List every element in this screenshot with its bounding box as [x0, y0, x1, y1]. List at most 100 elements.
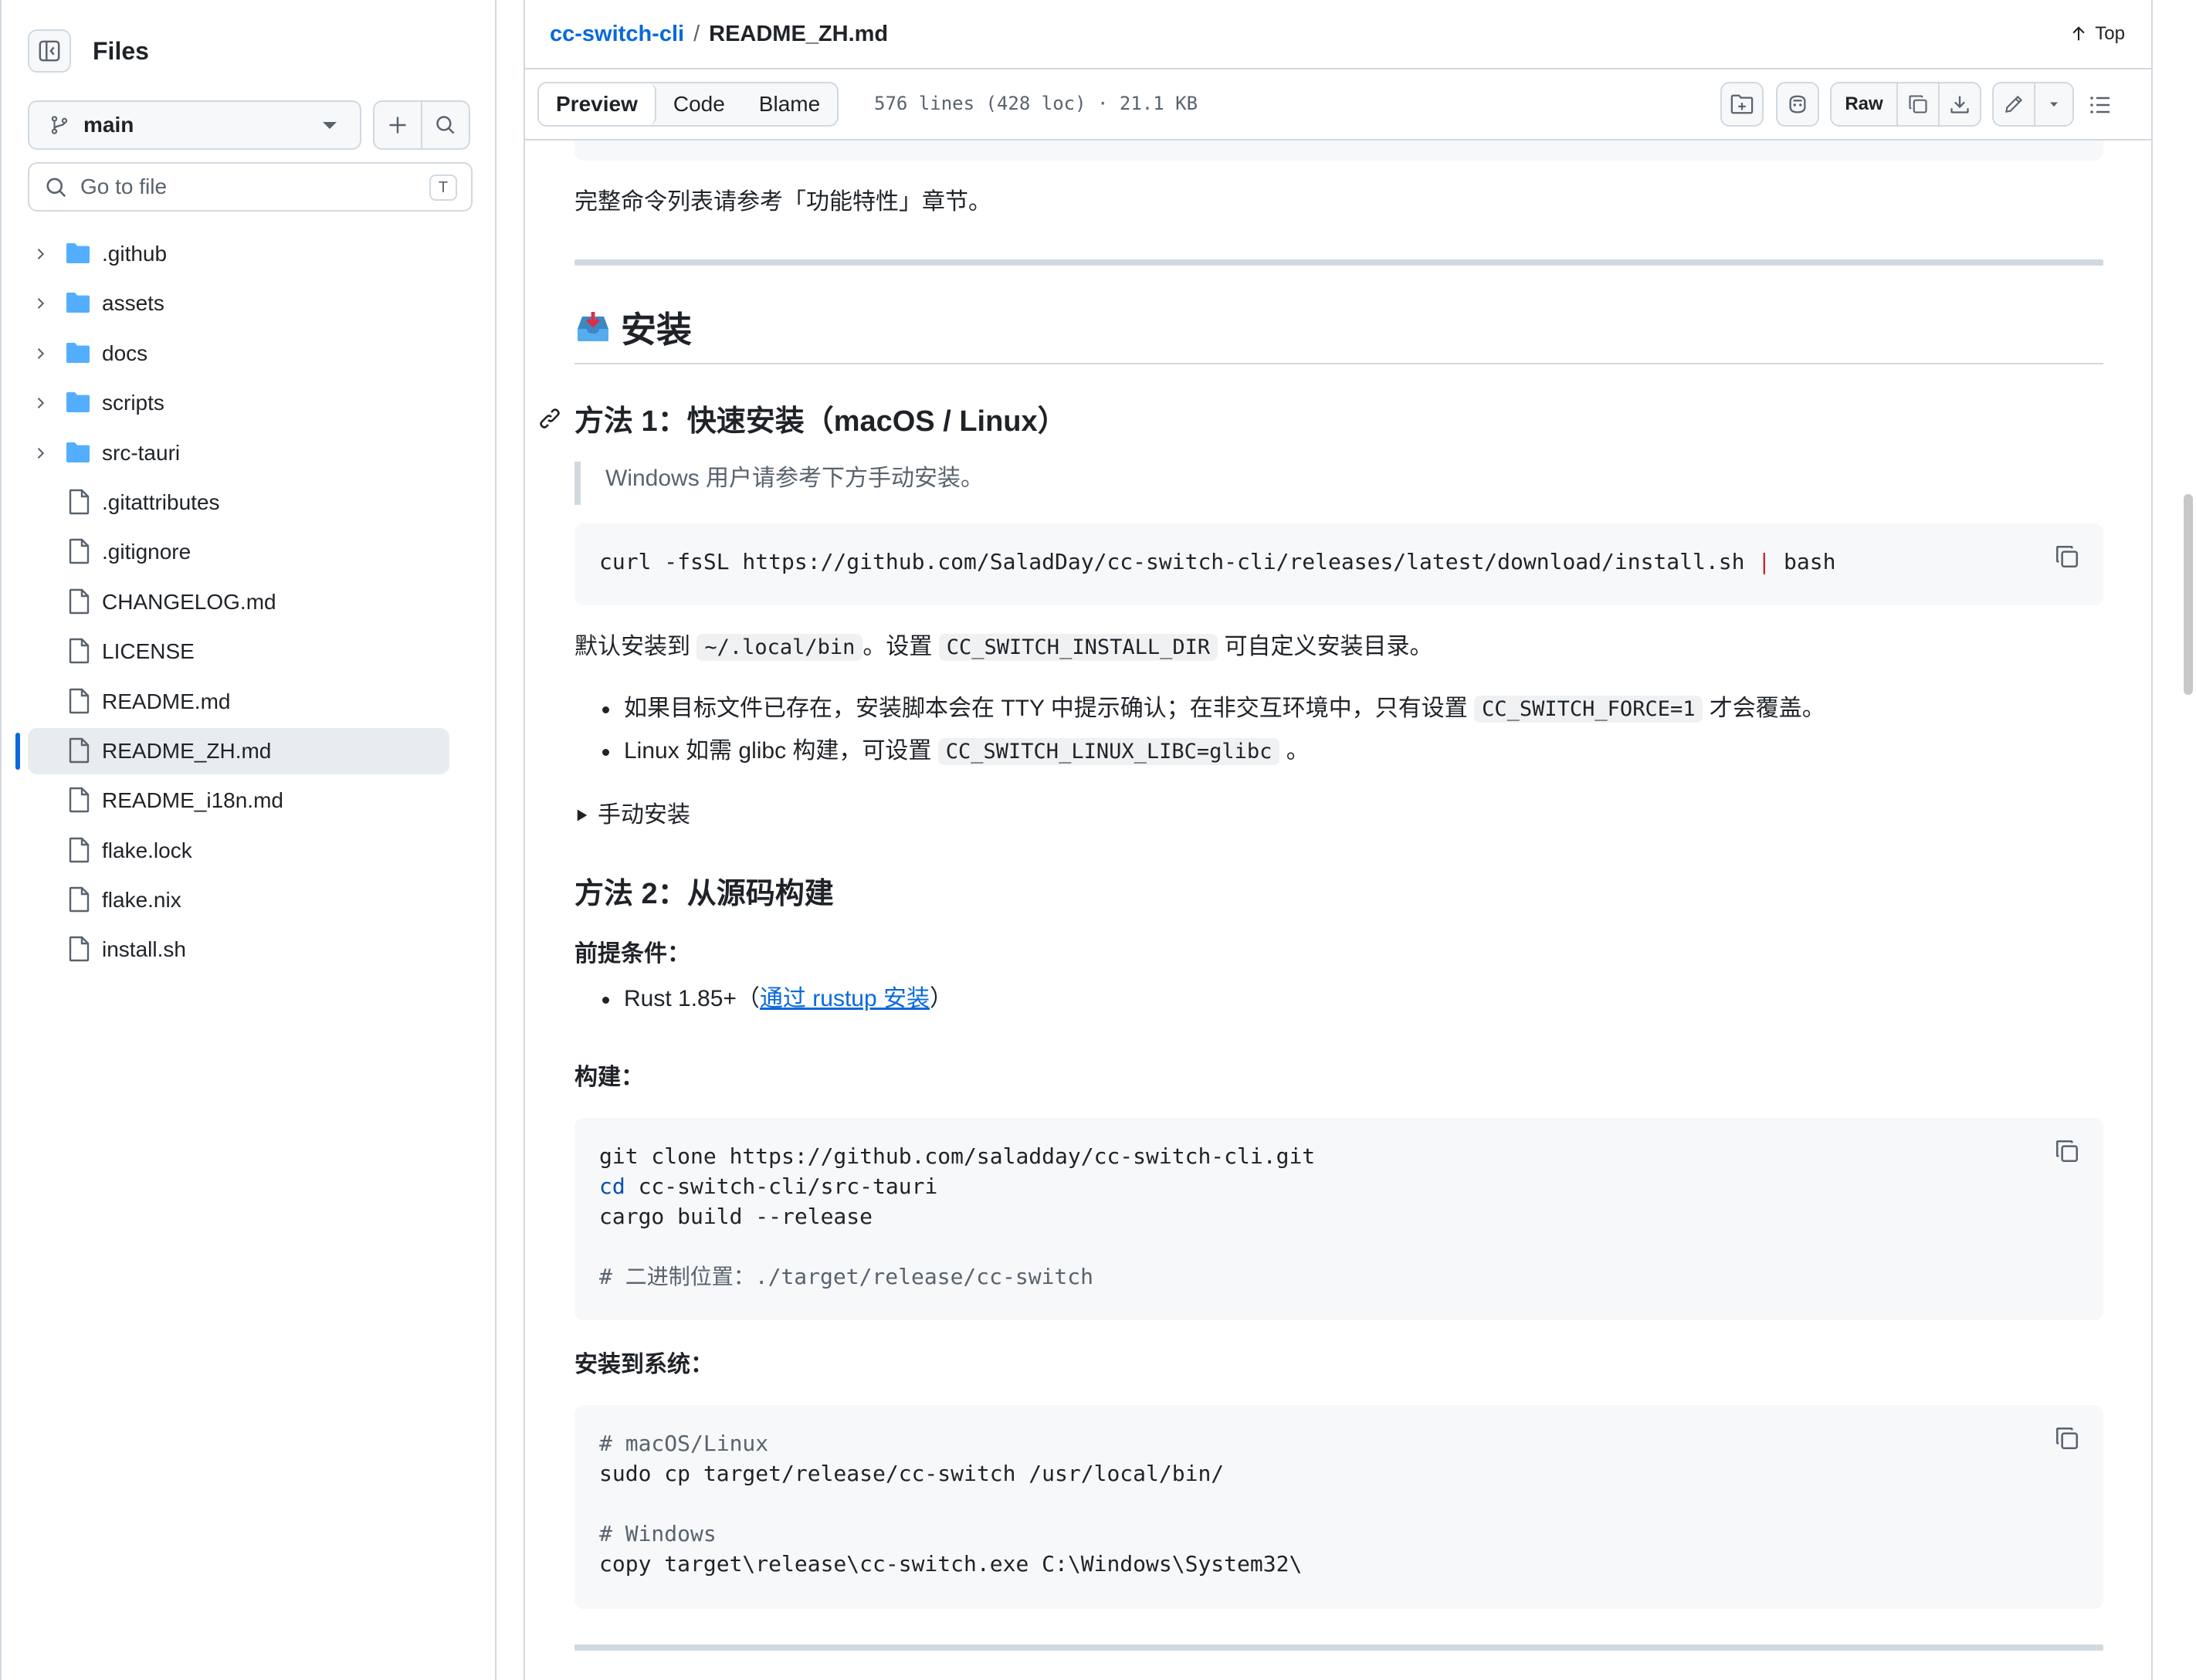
breadcrumb-separator: /	[693, 22, 700, 46]
repo-link[interactable]: cc-switch-cli	[550, 22, 684, 46]
tab-code[interactable]: Code	[656, 83, 742, 125]
symbols-button[interactable]	[1720, 82, 1764, 127]
copy-icon	[2055, 545, 2079, 568]
code-line: git clone https://github.com/saladday/cc…	[599, 1143, 1316, 1169]
chevron-right-icon	[37, 298, 45, 310]
file-icon	[69, 737, 90, 764]
horizontal-rule	[574, 1644, 2103, 1651]
copy-icon	[1909, 95, 1927, 113]
branch-name: main	[83, 113, 134, 137]
heading-method-2: 方法 2：从源码构建	[574, 878, 834, 910]
add-file-button[interactable]	[373, 100, 422, 150]
text: ）	[930, 986, 953, 1011]
tree-folder-docs[interactable]: docs	[2, 329, 498, 378]
tree-item-label: install.sh	[102, 937, 186, 962]
tree-item-label: README.md	[102, 689, 231, 713]
code-keyword: cd	[599, 1174, 625, 1199]
list-item: 如果目标文件已存在，安装脚本会在 TTY 中提示确认；在非交互环境中，只有设置 …	[574, 692, 2103, 727]
rustup-link[interactable]: 通过 rustup 安装	[760, 986, 930, 1011]
chevron-right-icon	[37, 398, 45, 409]
collapse-sidebar-button[interactable]	[28, 29, 71, 73]
file-icon	[69, 788, 90, 813]
tree-file-readme[interactable]: README.md	[2, 677, 498, 727]
raw-button[interactable]: Raw	[1830, 82, 1898, 127]
inline-code: CC_SWITCH_INSTALL_DIR	[938, 634, 1218, 661]
copy-code-button[interactable]	[2054, 544, 2080, 574]
tree-item-label: README_ZH.md	[102, 738, 272, 763]
code-text: bash	[1771, 549, 1836, 574]
copilot-button[interactable]	[1776, 82, 1819, 127]
tree-folder-github[interactable]: .github	[2, 229, 498, 279]
active-item-indicator	[15, 732, 20, 770]
code-line: curl -fsSL https://github.com/SaladDay/c…	[599, 547, 2079, 577]
code-block-build: git clone https://github.com/saladday/cc…	[574, 1118, 2103, 1320]
sidebar-title: Files	[93, 36, 149, 65]
go-to-file-input[interactable]: Go to file T	[28, 162, 473, 212]
code-pipe: |	[1757, 549, 1771, 574]
copy-code-button[interactable]	[2054, 1138, 2080, 1168]
file-icon	[69, 588, 90, 614]
chevron-down-icon	[323, 122, 337, 129]
text: Linux 如需 glibc 构建，可设置	[624, 738, 938, 764]
tree-file-flake-nix[interactable]: flake.nix	[2, 876, 498, 925]
list-unordered-icon	[2090, 97, 2110, 113]
search-icon	[46, 178, 66, 198]
file-icon	[69, 886, 90, 913]
search-icon	[436, 116, 455, 134]
label-build: 构建：	[574, 1065, 644, 1090]
outline-button[interactable]	[2088, 93, 2113, 121]
bullet-list: 如果目标文件已存在，安装脚本会在 TTY 中提示确认；在非交互环境中，只有设置 …	[574, 692, 2103, 777]
tree-item-label: docs	[102, 340, 148, 365]
tree-item-label: flake.lock	[102, 838, 192, 862]
chevron-right-icon	[37, 347, 45, 359]
file-icon	[69, 688, 90, 713]
current-file-name: README_ZH.md	[709, 22, 889, 46]
tree-file-gitignore[interactable]: .gitignore	[2, 527, 498, 577]
tree-file-changelog[interactable]: CHANGELOG.md	[2, 578, 498, 627]
tree-file-gitattributes[interactable]: .gitattributes	[2, 478, 498, 527]
heading-text: 安装	[621, 310, 692, 350]
download-button[interactable]	[1938, 82, 1981, 127]
search-files-button[interactable]	[421, 100, 470, 150]
tree-folder-scripts[interactable]: scripts	[2, 378, 498, 428]
arrow-up-icon	[2072, 26, 2085, 41]
code-comment: # Windows	[599, 1521, 717, 1546]
page-scrollbar[interactable]	[2184, 494, 2193, 695]
file-header: cc-switch-cli / README_ZH.md Top	[525, 0, 2151, 69]
details-summary: 手动安装	[598, 802, 690, 828]
folder-icon	[66, 392, 90, 413]
tree-file-readme-zh[interactable]: README_ZH.md	[2, 727, 498, 776]
text: Rust 1.85+（	[624, 986, 760, 1011]
file-info: 576 lines (428 loc) · 21.1 KB	[874, 93, 1198, 114]
plus-icon	[389, 117, 406, 134]
text: 可自定义安装目录。	[1218, 634, 1433, 659]
details-manual-install[interactable]: 手动安装	[574, 798, 690, 832]
code-line: cargo build --release	[599, 1204, 873, 1229]
back-to-top-button[interactable]: Top	[2070, 23, 2125, 45]
anchor-link-icon[interactable]	[537, 406, 562, 431]
inline-code: CC_SWITCH_LINUX_LIBC=glibc	[937, 738, 1280, 765]
file-icon	[69, 539, 90, 564]
branch-selector[interactable]: main	[28, 100, 361, 150]
folder-icon	[66, 293, 90, 313]
tab-blame[interactable]: Blame	[742, 83, 837, 125]
edit-file-button[interactable]	[1992, 82, 2035, 127]
tree-file-readme-i18n[interactable]: README_i18n.md	[2, 776, 498, 825]
copy-code-button[interactable]	[2054, 1425, 2080, 1455]
tab-preview[interactable]: Preview	[539, 83, 656, 125]
sidebar-collapse-icon	[39, 40, 60, 62]
tree-file-flake-lock[interactable]: flake.lock	[2, 826, 498, 876]
tree-file-install-sh[interactable]: install.sh	[2, 925, 498, 974]
tree-file-license[interactable]: LICENSE	[2, 627, 498, 676]
breadcrumb: cc-switch-cli / README_ZH.md	[550, 22, 888, 47]
list-item: Rust 1.85+（通过 rustup 安装）	[574, 982, 2103, 1016]
tree-folder-src-tauri[interactable]: src-tauri	[2, 428, 498, 478]
code-block-tail	[574, 141, 2103, 161]
edit-options-button[interactable]	[2034, 82, 2074, 127]
copy-icon	[2055, 1140, 2079, 1163]
tree-folder-assets[interactable]: assets	[2, 279, 498, 328]
label-install-system: 安装到系统：	[574, 1352, 713, 1377]
copy-raw-button[interactable]	[1896, 82, 1940, 127]
git-branch-icon	[51, 116, 68, 134]
